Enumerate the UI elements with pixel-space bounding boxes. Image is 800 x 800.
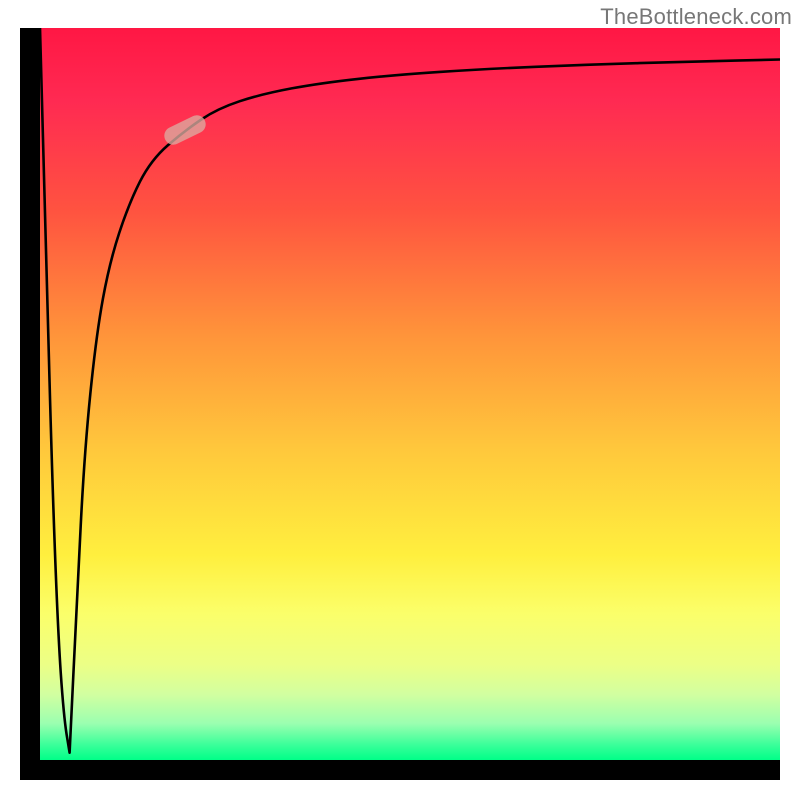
chart-frame <box>20 28 780 780</box>
chart-canvas: TheBottleneck.com <box>0 0 800 800</box>
watermark-text: TheBottleneck.com <box>600 4 792 30</box>
gradient-background <box>40 28 780 760</box>
